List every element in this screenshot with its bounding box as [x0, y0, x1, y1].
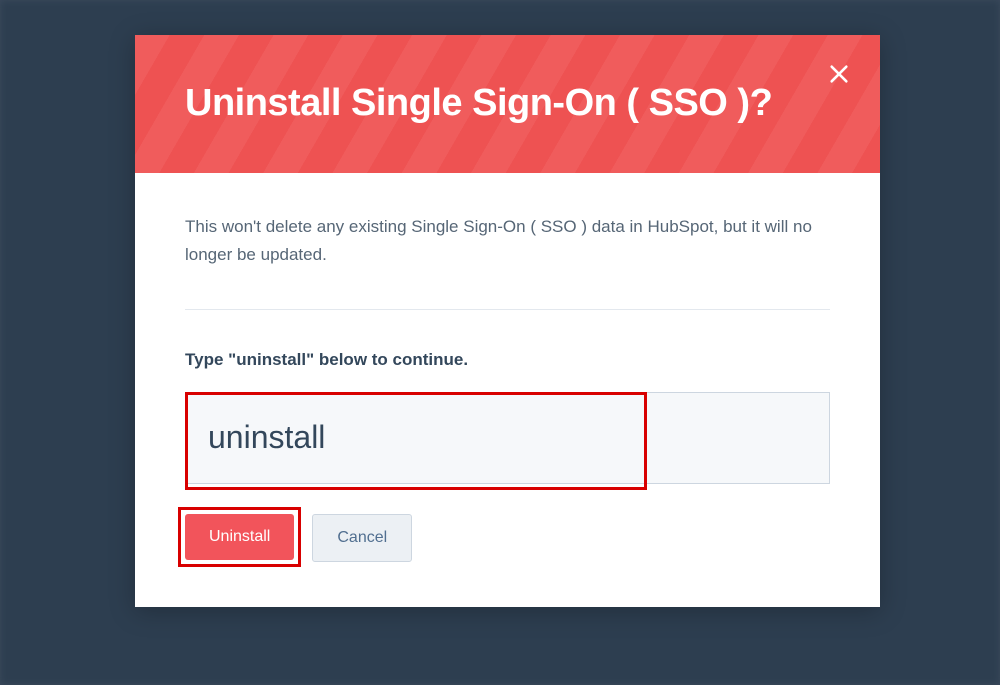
modal-header: Uninstall Single Sign-On ( SSO )?	[135, 35, 880, 173]
uninstall-button[interactable]: Uninstall	[185, 514, 294, 560]
modal-description: This won't delete any existing Single Si…	[185, 213, 830, 269]
confirmation-prompt: Type "uninstall" below to continue.	[185, 350, 830, 370]
confirmation-input[interactable]	[185, 392, 830, 484]
cancel-button[interactable]: Cancel	[312, 514, 412, 562]
input-highlight-box	[185, 392, 830, 484]
modal-body: This won't delete any existing Single Si…	[135, 173, 880, 607]
modal-title: Uninstall Single Sign-On ( SSO )?	[185, 80, 830, 128]
close-icon[interactable]	[828, 63, 850, 85]
divider	[185, 309, 830, 310]
uninstall-highlight-box: Uninstall	[185, 514, 294, 560]
button-row: Uninstall Cancel	[185, 514, 830, 562]
uninstall-modal: Uninstall Single Sign-On ( SSO )? This w…	[135, 35, 880, 607]
